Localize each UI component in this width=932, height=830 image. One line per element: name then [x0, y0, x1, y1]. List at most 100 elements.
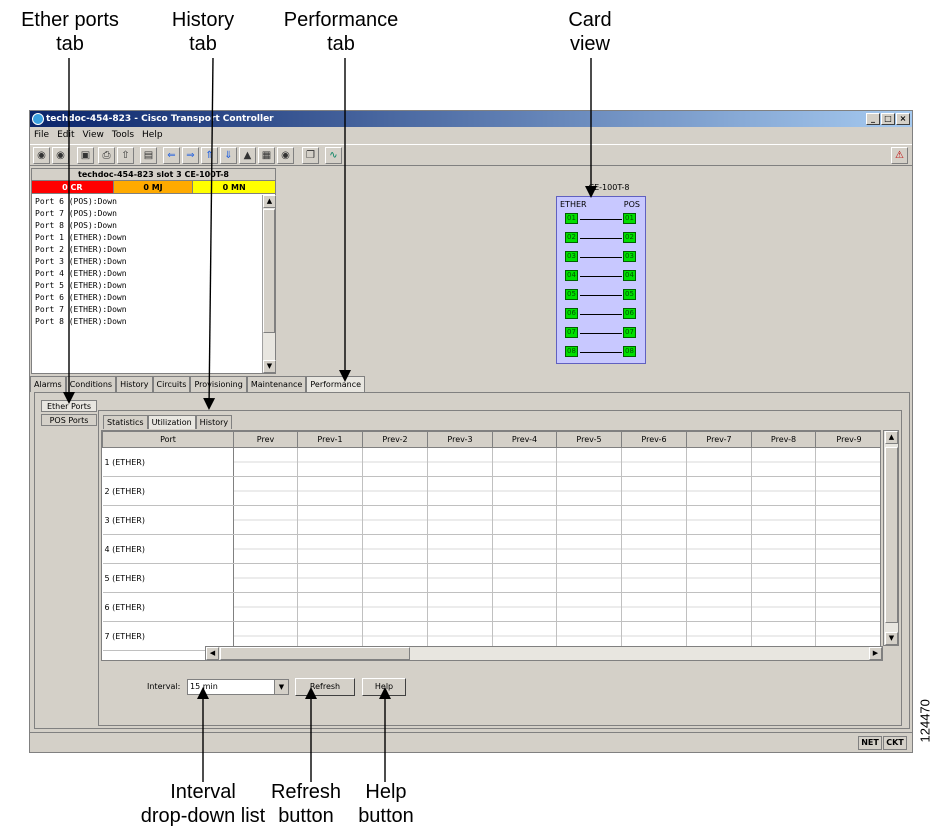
table-row[interactable]: 4 (ETHER) [102, 534, 880, 564]
column-header[interactable]: Prev-7 [686, 431, 752, 448]
forward-arrow-icon[interactable]: ⇒ [182, 147, 199, 164]
minimize-button[interactable]: _ [866, 113, 880, 125]
up-arrow-icon[interactable]: ⇑ [201, 147, 218, 164]
chevron-down-icon[interactable]: ▼ [274, 680, 288, 694]
column-header[interactable]: Prev-8 [751, 431, 816, 448]
minor-alarm-count[interactable]: 0 MN [193, 181, 275, 193]
column-header[interactable]: Prev-5 [556, 431, 622, 448]
ether-port-01[interactable]: 01 [565, 213, 578, 224]
scroll-up-icon[interactable]: ▲ [885, 431, 898, 444]
tab-circuits[interactable]: Circuits [152, 376, 191, 392]
tab-ether-ports[interactable]: Ether Ports [41, 400, 97, 412]
globe-icon[interactable]: ◉ [277, 147, 294, 164]
pos-port-08[interactable]: 08 [623, 346, 636, 357]
home-icon[interactable]: ▲ [239, 147, 256, 164]
ether-port-02[interactable]: 02 [565, 232, 578, 243]
tab-provisioning[interactable]: Provisioning [190, 376, 247, 392]
scrollbar-thumb[interactable] [220, 647, 410, 660]
list-item[interactable]: Port 8 (POS):Down [35, 220, 272, 232]
list-item[interactable]: Port 7 (ETHER):Down [35, 304, 272, 316]
tab-utilization[interactable]: Utilization [147, 415, 196, 429]
maximize-button[interactable]: □ [881, 113, 895, 125]
menu-help[interactable]: Help [142, 128, 163, 143]
scroll-down-icon[interactable]: ▼ [263, 360, 276, 373]
list-item[interactable]: Port 1 (ETHER):Down [35, 232, 272, 244]
alarm-warning-icon[interactable]: ⚠ [891, 147, 908, 164]
column-header[interactable]: Prev-2 [362, 431, 428, 448]
menu-tools[interactable]: Tools [112, 128, 134, 143]
list-item[interactable]: Port 5 (ETHER):Down [35, 280, 272, 292]
critical-alarm-count[interactable]: 0 CR [32, 181, 114, 193]
tab-maintenance[interactable]: Maintenance [246, 376, 307, 392]
major-alarm-count[interactable]: 0 MJ [113, 181, 194, 193]
back-arrow-icon[interactable]: ⇐ [163, 147, 180, 164]
network-map-icon[interactable]: ∿ [325, 147, 342, 164]
table-row[interactable]: 5 (ETHER) [102, 563, 880, 593]
column-header[interactable]: Prev-4 [492, 431, 557, 448]
table-vertical-scrollbar[interactable]: ▲ ▼ [883, 430, 899, 646]
pos-port-03[interactable]: 03 [623, 251, 636, 262]
node-view-icon[interactable]: ◉ [52, 147, 69, 164]
ckt-indicator[interactable]: CKT [883, 736, 907, 750]
interval-dropdown[interactable]: 15 min ▼ [187, 679, 289, 695]
menu-view[interactable]: View [83, 128, 104, 143]
menu-edit[interactable]: Edit [57, 128, 74, 143]
table-row[interactable]: 1 (ETHER) [102, 447, 880, 477]
scroll-down-icon[interactable]: ▼ [885, 632, 898, 645]
list-item[interactable]: Port 8 (ETHER):Down [35, 316, 272, 328]
scrollbar-thumb[interactable] [263, 209, 275, 333]
print-icon[interactable]: ⎙ [98, 147, 115, 164]
ether-port-03[interactable]: 03 [565, 251, 578, 262]
ether-port-08[interactable]: 08 [565, 346, 578, 357]
list-item[interactable]: Port 6 (POS):Down [35, 196, 272, 208]
column-header[interactable]: Prev-3 [427, 431, 493, 448]
list-item[interactable]: Port 6 (ETHER):Down [35, 292, 272, 304]
pos-port-06[interactable]: 06 [623, 308, 636, 319]
column-header[interactable]: Prev [233, 431, 298, 448]
port-list-scrollbar[interactable]: ▲ ▼ [262, 195, 276, 373]
copy-icon[interactable]: ❐ [302, 147, 319, 164]
table-horizontal-scrollbar[interactable]: ◀ ▶ [205, 646, 883, 661]
pos-port-01[interactable]: 01 [623, 213, 636, 224]
pos-port-02[interactable]: 02 [623, 232, 636, 243]
title-bar[interactable]: techdoc-454-823 - Cisco Transport Contro… [30, 111, 912, 127]
help-button[interactable]: Help [362, 678, 406, 696]
tab-performance[interactable]: Performance [306, 376, 366, 392]
list-item[interactable]: Port 7 (POS):Down [35, 208, 272, 220]
pos-port-07[interactable]: 07 [623, 327, 636, 338]
card-view[interactable]: ETHER POS 01 01 02 02 03 03 04 04 05 05 06 06 07 07 08… [556, 196, 646, 364]
preferences-icon[interactable]: ▤ [140, 147, 157, 164]
tab-pos-ports[interactable]: POS Ports [41, 414, 97, 426]
ether-port-07[interactable]: 07 [565, 327, 578, 338]
pos-port-05[interactable]: 05 [623, 289, 636, 300]
refresh-button[interactable]: Refresh [295, 678, 355, 696]
scroll-left-icon[interactable]: ◀ [206, 647, 219, 660]
net-indicator[interactable]: NET [858, 736, 882, 750]
close-button[interactable]: × [896, 113, 910, 125]
tab-port-history[interactable]: History [195, 415, 233, 429]
ether-port-06[interactable]: 06 [565, 308, 578, 319]
ether-port-05[interactable]: 05 [565, 289, 578, 300]
table-row[interactable]: 2 (ETHER) [102, 476, 880, 506]
scrollbar-thumb[interactable] [885, 447, 898, 623]
menu-file[interactable]: File [34, 128, 49, 143]
ether-port-04[interactable]: 04 [565, 270, 578, 281]
list-item[interactable]: Port 3 (ETHER):Down [35, 256, 272, 268]
scroll-right-icon[interactable]: ▶ [869, 647, 882, 660]
lock-icon[interactable]: ▣ [77, 147, 94, 164]
list-item[interactable]: Port 4 (ETHER):Down [35, 268, 272, 280]
tab-conditions[interactable]: Conditions [65, 376, 117, 392]
network-view-icon[interactable]: ◉ [33, 147, 50, 164]
export-icon[interactable]: ⇧ [117, 147, 134, 164]
pos-port-04[interactable]: 04 [623, 270, 636, 281]
zoom-icon[interactable]: ▦ [258, 147, 275, 164]
tab-history[interactable]: History [116, 376, 153, 392]
column-header[interactable]: Prev-1 [297, 431, 363, 448]
tab-statistics[interactable]: Statistics [103, 415, 148, 429]
column-header[interactable]: Port [102, 431, 234, 448]
table-row[interactable]: 6 (ETHER) [102, 592, 880, 622]
down-arrow-icon[interactable]: ⇓ [220, 147, 237, 164]
tab-alarms[interactable]: Alarms [30, 376, 66, 392]
table-row[interactable]: 3 (ETHER) [102, 505, 880, 535]
column-header[interactable]: Prev-9 [815, 431, 880, 448]
